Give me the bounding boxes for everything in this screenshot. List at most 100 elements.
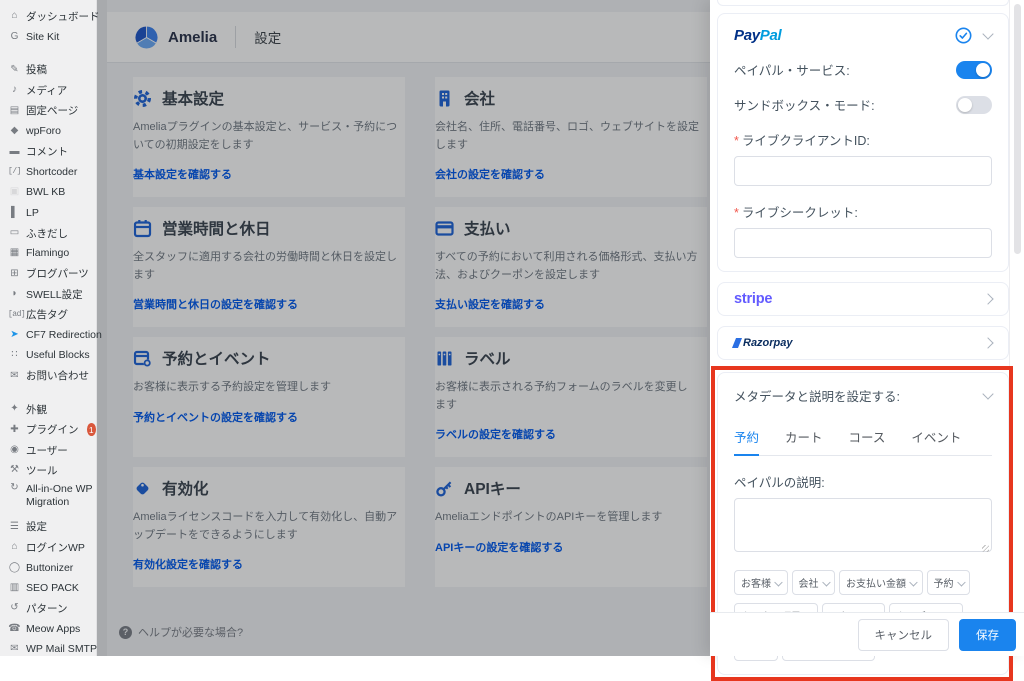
- sidebar-item-cf7-redirection[interactable]: ➤CF7 Redirection: [0, 325, 96, 345]
- sidebar-item-swell[interactable]: ◗SWELL設定: [0, 284, 96, 304]
- tab-package[interactable]: コース: [849, 419, 886, 455]
- sidebar-item-adtag[interactable]: [ad]広告タグ: [0, 304, 96, 324]
- stripe-logo: stripe: [734, 291, 772, 307]
- sidebar-item-wp-mail-smtp[interactable]: ✉WP Mail SMTP: [0, 639, 96, 659]
- required-mark: *: [734, 134, 739, 148]
- sidebar-item-meow-apps[interactable]: ☎ Meow Apps: [0, 619, 96, 639]
- chip-company[interactable]: 会社: [792, 570, 836, 595]
- save-button[interactable]: 保存: [959, 619, 1016, 651]
- paypal-description-textarea[interactable]: [734, 498, 992, 552]
- paypal-section-header[interactable]: PayPal: [734, 27, 992, 44]
- sidebar-item-users[interactable]: ◉ ユーザー: [0, 440, 96, 460]
- sitekit-icon: G: [8, 32, 21, 42]
- meow-apps-icon: ☎: [8, 624, 21, 634]
- live-client-id-input[interactable]: [734, 156, 992, 186]
- resize-grip-icon[interactable]: [982, 545, 989, 552]
- plugin-icon: ✚: [8, 425, 21, 435]
- razorpay-mark-icon: [732, 338, 742, 348]
- chevron-down-icon[interactable]: [982, 28, 993, 39]
- sidebar-item-blogparts[interactable]: ⊞ブログパーツ: [0, 264, 96, 284]
- razorpay-logo: Razorpay: [734, 337, 793, 349]
- sidebar-item-label: お問い合わせ: [26, 368, 89, 383]
- chevron-down-icon: [910, 578, 918, 586]
- sidebar-item-flamingo[interactable]: ▦Flamingo: [0, 243, 96, 263]
- buttonizer-icon: ◯: [8, 563, 21, 573]
- sidebar-item-label: ダッシュボード: [26, 9, 100, 24]
- sidebar-item-buttonizer[interactable]: ◯Buttonizer: [0, 557, 96, 577]
- sandbox-mode-row: サンドボックス・モード:: [734, 95, 992, 114]
- paypal-service-label: ペイパル・サービス:: [734, 60, 850, 79]
- cancel-button[interactable]: キャンセル: [858, 619, 950, 651]
- sidebar-item-fukidashi[interactable]: ▭ふきだし: [0, 223, 96, 243]
- speech-balloon-icon: ▭: [8, 228, 21, 238]
- sidebar-item-aio-migration[interactable]: ↻ All-in-One WP Migration: [0, 481, 96, 517]
- tab-appointment[interactable]: 予約: [734, 419, 759, 456]
- sidebar-item-loginwp[interactable]: ⌂ログインWP: [0, 537, 96, 557]
- payment-settings-drawer: PayPal ペイパル・サービス: サンドボックス・モード: *ライブクライアン…: [710, 0, 1024, 656]
- sidebar-item-label: ログインWP: [26, 540, 85, 555]
- sidebar-item-label: Meow Apps: [26, 623, 80, 635]
- sidebar-item-label: SEO PACK: [26, 582, 79, 594]
- scrolled-card-edge: [717, 0, 1009, 6]
- chip-appointment[interactable]: 予約: [927, 570, 971, 595]
- sidebar-item-pages[interactable]: ▤固定ページ: [0, 101, 96, 121]
- sidebar-item-contact[interactable]: ✉お問い合わせ: [0, 366, 96, 386]
- chevron-right-icon: [982, 293, 993, 304]
- cf7-arrow-icon: ➤: [8, 330, 21, 340]
- sidebar-item-posts[interactable]: ✎投稿: [0, 60, 96, 80]
- sidebar-item-label: 固定ページ: [26, 103, 78, 118]
- tab-cart[interactable]: カート: [785, 419, 823, 455]
- razorpay-section[interactable]: Razorpay: [717, 326, 1009, 360]
- scrollbar-thumb[interactable]: [1014, 4, 1021, 254]
- paypal-service-toggle[interactable]: [956, 61, 992, 79]
- sidebar-item-media[interactable]: ♪ メディア: [0, 80, 96, 100]
- paypal-description-label: ペイパルの説明:: [734, 472, 992, 491]
- sidebar-item-label: All-in-One WP Migration: [26, 483, 96, 509]
- sidebar-item-dashboard[interactable]: ⌂ダッシュボード: [0, 6, 96, 26]
- sandbox-mode-toggle[interactable]: [956, 96, 992, 114]
- metadata-section-header[interactable]: メタデータと説明を設定する:: [734, 386, 992, 405]
- sidebar-item-useful-blocks[interactable]: ∷Useful Blocks: [0, 345, 96, 365]
- sidebar-item-shortcoder[interactable]: [/]Shortcoder: [0, 162, 96, 182]
- chevron-down-icon: [822, 578, 830, 586]
- sidebar-item-settings[interactable]: ☰設定: [0, 517, 96, 537]
- sidebar-item-label: Useful Blocks: [26, 349, 90, 361]
- tab-event[interactable]: イベント: [911, 419, 961, 455]
- sidebar-item-sitekit[interactable]: GSite Kit: [0, 26, 96, 46]
- sidebar-item-plugins[interactable]: ✚プラグイン1: [0, 419, 96, 439]
- sidebar-item-label: プラグイン: [26, 422, 79, 437]
- wp-admin-sidebar: ⌂ダッシュボード GSite Kit ✎投稿 ♪メディア ▤固定ページ ◆wpF…: [0, 0, 97, 656]
- stripe-section[interactable]: stripe: [717, 282, 1009, 316]
- drawer-footer: キャンセル 保存: [710, 612, 1024, 656]
- sidebar-item-label: メディア: [26, 83, 67, 98]
- sidebar-item-bwlkb[interactable]: ▣BWL KB: [0, 182, 96, 202]
- settings-icon: ☰: [8, 522, 21, 532]
- users-icon: ◉: [8, 445, 21, 455]
- sidebar-item-label: ツール: [26, 463, 58, 478]
- sidebar-item-wpforo[interactable]: ◆wpForo: [0, 121, 96, 141]
- sidebar-item-tools[interactable]: ⚒ ツール: [0, 460, 96, 480]
- chip-payment-amount[interactable]: お支払い金額: [839, 570, 923, 595]
- chevron-down-icon: [775, 578, 783, 586]
- sidebar-item-seopack[interactable]: ▥SEO PACK: [0, 578, 96, 598]
- sidebar-item-label: ユーザー: [26, 443, 68, 458]
- sidebar-item-patterns[interactable]: ↺パターン: [0, 598, 96, 618]
- paypal-section: PayPal ペイパル・サービス: サンドボックス・モード: *ライブクライアン…: [717, 13, 1009, 272]
- sidebar-item-lp[interactable]: ▌LP: [0, 203, 96, 223]
- sidebar-item-label: 外観: [26, 402, 47, 417]
- sidebar-item-label: SWELL設定: [26, 287, 83, 302]
- sidebar-item-appearance[interactable]: ✦外観: [0, 399, 96, 419]
- migration-icon: ↻: [8, 483, 21, 493]
- drawer-scrollbar[interactable]: [1009, 0, 1024, 656]
- bwlkb-icon: ▣: [8, 187, 21, 197]
- sidebar-item-label: Shortcoder: [26, 166, 77, 178]
- media-icon: ♪: [8, 85, 21, 95]
- dashboard-icon: ⌂: [8, 11, 21, 21]
- live-secret-input[interactable]: [734, 228, 992, 258]
- tools-icon: ⚒: [8, 465, 21, 475]
- smtp-mail-icon: ✉: [8, 644, 21, 654]
- chip-customer[interactable]: お客様: [734, 570, 788, 595]
- metadata-title: メタデータと説明を設定する:: [734, 386, 900, 405]
- sidebar-item-comments[interactable]: ▬コメント: [0, 141, 96, 161]
- chevron-down-icon[interactable]: [982, 388, 993, 399]
